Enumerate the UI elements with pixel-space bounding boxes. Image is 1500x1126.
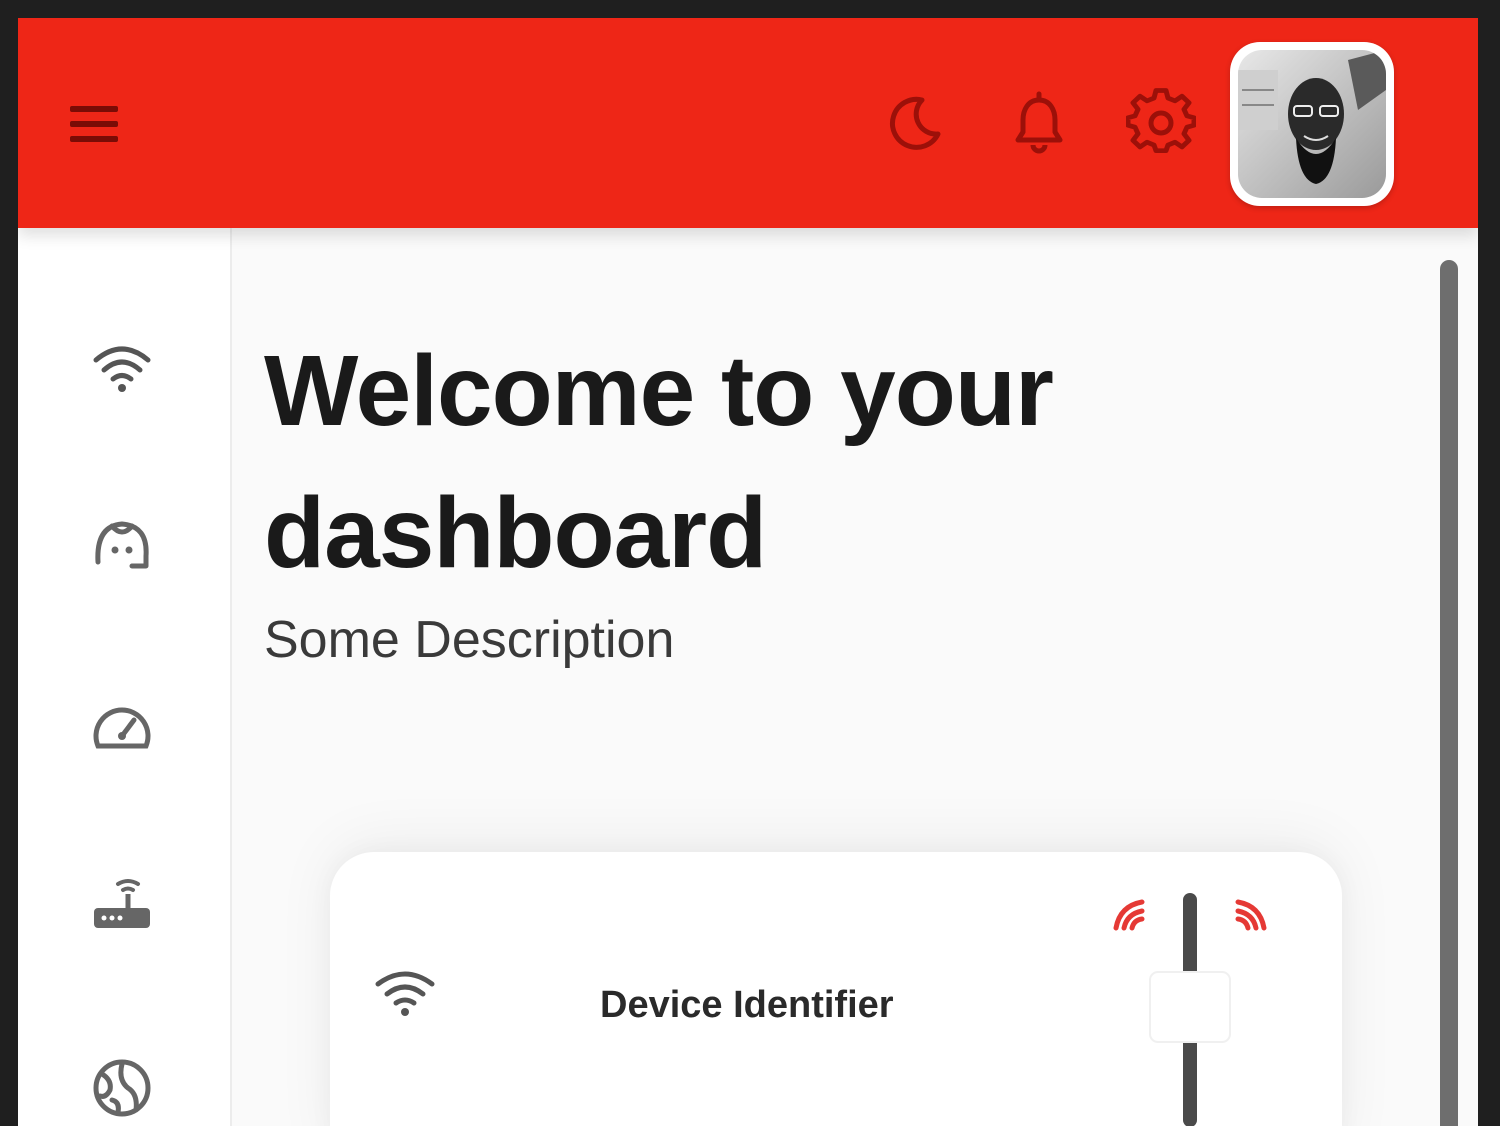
- sidebar-item-speed[interactable]: [80, 688, 164, 772]
- speedometer-icon: [88, 694, 156, 767]
- bell-icon[interactable]: [1004, 88, 1074, 158]
- page-title: Welcome to your dashboard: [264, 335, 1054, 589]
- user-avatar[interactable]: [1230, 42, 1394, 206]
- page-description: Some Description: [264, 611, 675, 669]
- router-icon: [88, 874, 156, 947]
- wifi-icon: [370, 962, 440, 1022]
- top-bar: [18, 18, 1478, 228]
- menu-icon[interactable]: [66, 100, 126, 148]
- gear-icon[interactable]: [1125, 88, 1197, 158]
- device-identifier-label: Device Identifier: [600, 984, 894, 1026]
- moon-icon[interactable]: [878, 88, 948, 158]
- sidebar-item-wifi[interactable]: [80, 326, 164, 410]
- signal-right-icon: [1235, 899, 1267, 931]
- sidebar-item-router[interactable]: [80, 868, 164, 952]
- signal-left-icon: [1113, 899, 1145, 931]
- face-icon: [88, 512, 156, 585]
- signal-toggle[interactable]: [1090, 892, 1290, 1126]
- sidebar-item-globe[interactable]: [80, 1048, 164, 1126]
- scrollbar-thumb[interactable]: [1440, 260, 1458, 1126]
- wifi-icon: [88, 332, 156, 405]
- sidebar-item-face[interactable]: [80, 506, 164, 590]
- sidebar: [18, 228, 232, 1126]
- scrollbar-track: [1458, 228, 1478, 1126]
- app-window: Welcome to your dashboard Some Descripti…: [18, 18, 1478, 1126]
- device-card[interactable]: Device Identifier: [330, 852, 1342, 1126]
- globe-icon: [88, 1054, 156, 1126]
- main-content: Welcome to your dashboard Some Descripti…: [232, 228, 1438, 1126]
